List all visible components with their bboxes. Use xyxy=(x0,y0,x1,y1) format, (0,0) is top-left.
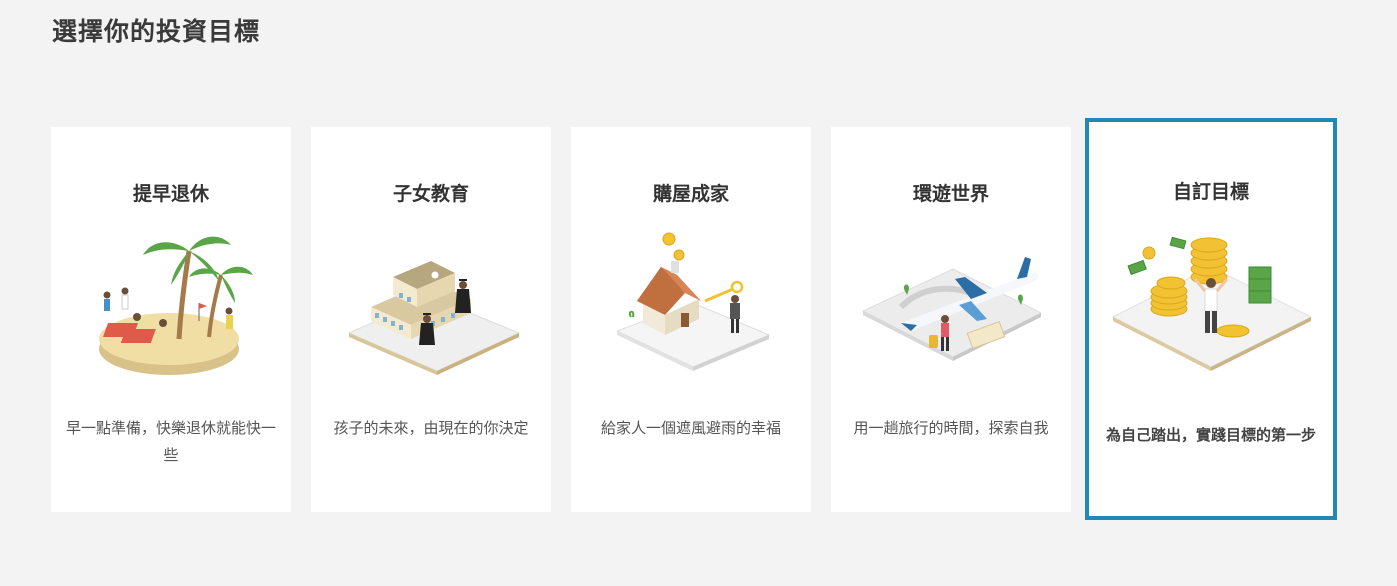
page-title: 選擇你的投資目標 xyxy=(52,17,261,46)
goal-card-title: 購屋成家 xyxy=(652,183,729,205)
goal-card-title: 子女教育 xyxy=(392,183,469,205)
goal-card-title: 環遊世界 xyxy=(912,183,989,205)
goal-card-house[interactable]: 購屋成家 給家人一個遮風避雨的幸福 xyxy=(571,127,811,512)
graduation-school-icon xyxy=(347,261,521,375)
goal-card-description: 孩子的未來，由現在的你決定 xyxy=(333,419,529,437)
goal-card-description: 早一點準備，快樂退休就能快一些 xyxy=(65,419,276,464)
coins-money-icon xyxy=(1111,237,1313,371)
goal-card-custom[interactable]: 自訂目標 為自己踏出，實踐目標的第一步 xyxy=(1085,118,1337,520)
goal-card-travel[interactable]: 環遊世界 用一趟旅行的時間，探索自我 xyxy=(831,127,1071,512)
house-key-icon xyxy=(615,232,771,371)
airplane-travel-icon xyxy=(861,257,1041,361)
goal-card-description: 用一趟旅行的時間，探索自我 xyxy=(853,419,1049,437)
goal-card-description: 給家人一個遮風避雨的幸福 xyxy=(600,419,781,437)
goal-card-description: 為自己踏出，實踐目標的第一步 xyxy=(1105,426,1316,444)
beach-retirement-icon xyxy=(99,236,253,375)
goal-card-education[interactable]: 子女教育 孩子的未來，由現在的你決定 xyxy=(311,127,551,512)
goal-card-title: 提早退休 xyxy=(132,183,209,205)
goal-card-title: 自訂目標 xyxy=(1172,181,1249,203)
goal-card-retirement[interactable]: 提早退休 早一點準備，快樂退休就能快一些 xyxy=(51,127,291,512)
